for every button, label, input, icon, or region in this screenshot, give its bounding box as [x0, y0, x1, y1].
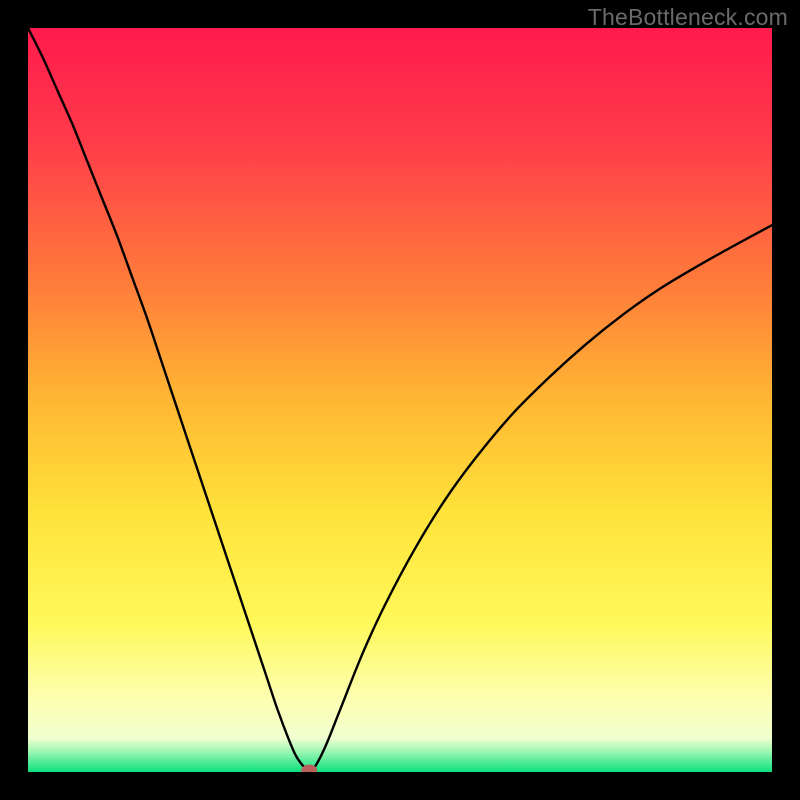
chart-frame: [28, 28, 772, 772]
bottleneck-chart: [28, 28, 772, 772]
gradient-background: [28, 28, 772, 772]
watermark-text: TheBottleneck.com: [588, 4, 788, 31]
